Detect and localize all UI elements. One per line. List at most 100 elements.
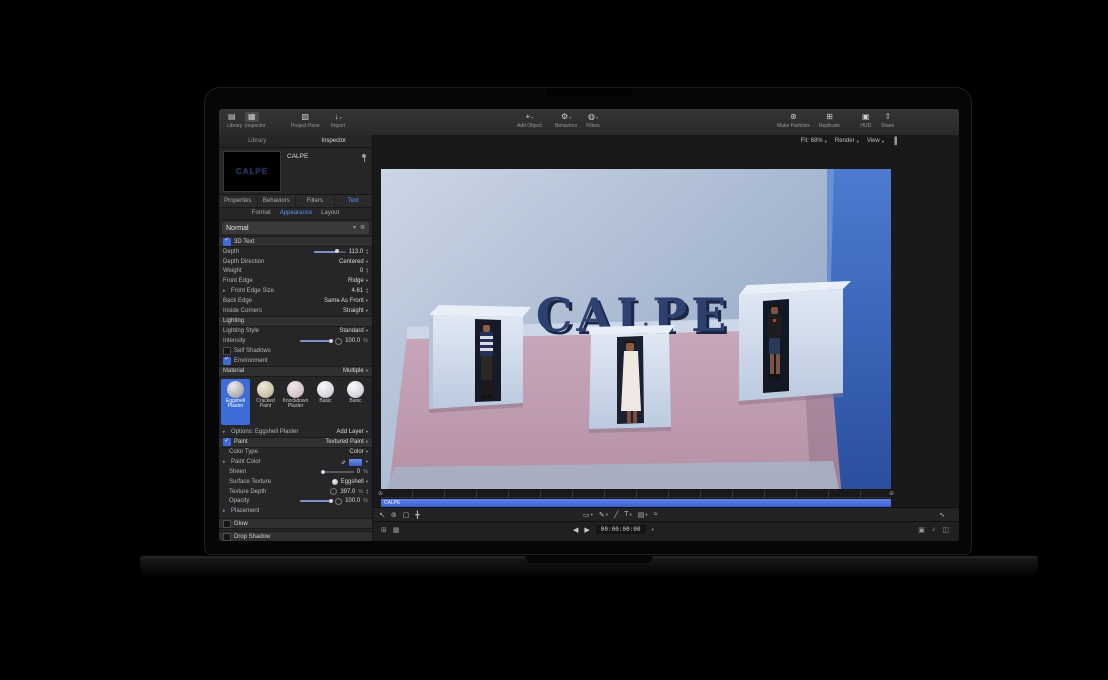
timecode-display[interactable]: 00:00:00:00 [596, 525, 646, 534]
lighting-style-popup[interactable]: Standard ▾ [339, 328, 368, 334]
text-tool[interactable]: T▾ [624, 511, 632, 518]
add-object-button[interactable]: +▾ Add Object [517, 112, 542, 129]
blend-mode-popup[interactable]: Normal ▾ ≣ [222, 222, 369, 234]
section-row-material: Material Multiple ▾ [219, 366, 372, 377]
adjust-item-tool[interactable]: ⊚ [391, 511, 397, 519]
audio-icon[interactable]: ♪ [932, 526, 936, 534]
render-popup[interactable]: Render ▾ [835, 135, 859, 148]
import-button[interactable]: ↓▾ Import [331, 112, 345, 129]
filters-button[interactable]: ◍▾ Filters [585, 112, 601, 129]
animation-menu-icon[interactable] [330, 488, 337, 495]
material-swatch-basic-1[interactable]: Basic [311, 379, 340, 425]
disclosure-icon[interactable]: ▸ [223, 429, 228, 435]
material-swatch-knockdown-plaster[interactable]: Knockdown Plaster [281, 379, 310, 425]
show-audio-icon[interactable]: ▦ [393, 526, 400, 534]
weight-stepper[interactable]: ▴▾ [366, 268, 368, 274]
pane-toggle-icon[interactable]: ▐ [892, 135, 897, 148]
replicate-button[interactable]: ⊞ Replicate [819, 112, 840, 129]
gradient-tool[interactable]: ▤▾ [638, 511, 648, 519]
timeline-track-calpe[interactable]: CALPE [381, 499, 891, 507]
paint-checkbox[interactable] [223, 438, 231, 446]
color-type-popup[interactable]: Color ▾ [349, 449, 368, 455]
disclosure-icon[interactable]: ▸ [223, 459, 228, 465]
rectangle-tool[interactable]: ▭▾ [583, 511, 593, 519]
select-transform-tool[interactable]: ↖ [379, 511, 385, 519]
inside-corners-popup[interactable]: Straight ▾ [343, 308, 368, 314]
fit-zoom-popup[interactable]: Fit: 68% ▾ [801, 135, 827, 148]
animation-menu-icon[interactable] [335, 498, 342, 505]
opacity-slider[interactable] [300, 500, 332, 502]
material-swatch-basic-2[interactable]: Basic [341, 379, 370, 425]
behaviors-button[interactable]: ⚙▾ Behaviors [555, 112, 577, 129]
material-swatch-cracked-paint[interactable]: Cracked Paint [251, 379, 280, 425]
material-sphere [287, 381, 304, 398]
subtab-appearance[interactable]: Appearance [280, 208, 312, 219]
chevron-down-icon: ▾ [366, 308, 368, 314]
subtab-format[interactable]: Format [252, 208, 271, 219]
glow-checkbox[interactable] [223, 520, 231, 528]
disclosure-icon[interactable]: ▸ [223, 508, 228, 514]
tab-inspector[interactable]: Inspector [296, 135, 373, 147]
inspector-button[interactable]: ▦ [245, 112, 259, 122]
texture-depth-stepper[interactable]: ▴▾ [366, 489, 368, 495]
canvas-viewport[interactable]: CALPE CALPE [381, 169, 891, 489]
self-shadows-checkbox[interactable] [223, 347, 231, 355]
tab-behaviors[interactable]: Behaviors [258, 195, 297, 207]
timeline-ruler[interactable]: ⊕ ⊕ [381, 491, 891, 498]
tab-properties[interactable]: Properties [219, 195, 258, 207]
param-row-self-shadows: Self Shadows [219, 346, 372, 356]
3d-text-checkbox[interactable] [223, 238, 231, 246]
play-range-end-icon[interactable]: ⊕ [889, 490, 894, 498]
keyframe-curve-icon[interactable]: ∿ [939, 511, 945, 519]
previous-frame-button[interactable]: ◀ [573, 526, 578, 534]
animation-menu-icon[interactable] [335, 338, 342, 345]
canvas-area: Fit: 68% ▾ Render ▾ View ▾ ▐ [373, 135, 959, 541]
view-popup[interactable]: View ▾ [867, 135, 884, 148]
play-button[interactable]: ▶ [584, 526, 589, 534]
full-screen-icon[interactable]: ◫ [942, 526, 949, 534]
material-swatch-eggshell-plaster[interactable]: Eggshell Plaster [221, 379, 250, 425]
depth-direction-popup[interactable]: Centered ▾ [339, 259, 368, 265]
param-row-intensity: Intensity 100.0 % [219, 336, 372, 346]
sheen-slider[interactable] [322, 471, 354, 473]
crop-tool[interactable]: ▢ [403, 511, 410, 519]
eyedropper-icon[interactable]: ✎ [339, 460, 346, 465]
object-preview: CALPE CALPE [219, 148, 372, 195]
share-button[interactable]: ⇧ Share [881, 112, 894, 129]
depth-slider[interactable] [314, 251, 346, 253]
param-label: 3D Text [234, 239, 254, 245]
disclosure-icon[interactable]: ▸ [223, 288, 228, 294]
depth-stepper[interactable]: ▴▾ [366, 249, 368, 255]
play-range-start-icon[interactable]: ⊕ [378, 490, 383, 498]
make-particles-button[interactable]: ⊛ Make Particles [777, 112, 810, 129]
paint-color-swatch[interactable] [348, 458, 363, 467]
loop-icon[interactable]: ▣ [918, 526, 925, 534]
panel-tab-bar: Library Inspector [219, 135, 372, 148]
motion-app-window: ▤ ▦ Library Inspector ▧ Project Pane ↓▾ … [219, 109, 959, 541]
project-pane-button[interactable]: ▧ Project Pane [291, 112, 320, 129]
object-thumbnail[interactable]: CALPE [223, 151, 281, 192]
line-tool[interactable]: ╱ [614, 511, 618, 519]
bezier-tool[interactable]: ✎▾ [599, 511, 608, 519]
pin-icon[interactable] [362, 154, 366, 158]
hud-button[interactable]: ▣ HUD [859, 112, 873, 129]
front-edge-size-stepper[interactable]: ▴▾ [366, 288, 368, 294]
material-popup[interactable]: Multiple ▾ [343, 368, 368, 374]
add-layer-popup[interactable]: Add Layer ▾ [336, 429, 368, 435]
paint-stroke-tool[interactable]: ≈ [654, 511, 658, 518]
back-edge-popup[interactable]: Same As Front ▾ [324, 298, 368, 304]
anchor-point-tool[interactable]: ╋ [415, 511, 419, 519]
environment-checkbox[interactable] [223, 357, 231, 365]
tab-text[interactable]: Text [335, 195, 373, 207]
drop-shadow-checkbox[interactable] [223, 533, 231, 541]
show-hide-timeline-icon[interactable]: ⊞ [381, 526, 387, 534]
paint-type-popup[interactable]: Textured Paint ▾ [325, 439, 368, 445]
intensity-slider[interactable] [300, 340, 332, 342]
surface-texture-popup[interactable]: Eggshell ▾ [341, 479, 368, 485]
front-edge-popup[interactable]: Ridge ▾ [348, 278, 368, 284]
subtab-layout[interactable]: Layout [321, 208, 339, 219]
library-button[interactable]: ▤ [225, 112, 239, 122]
tab-library[interactable]: Library [219, 135, 296, 147]
tab-filters[interactable]: Filters [296, 195, 335, 207]
inspector-icon: ▦ [245, 112, 259, 122]
